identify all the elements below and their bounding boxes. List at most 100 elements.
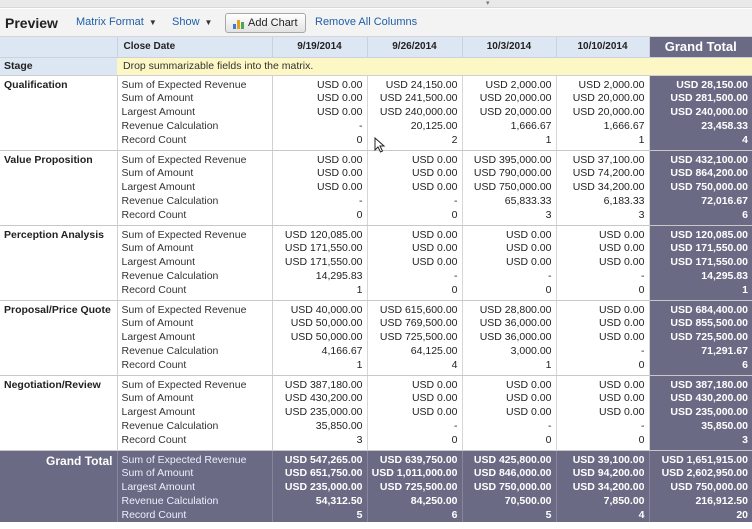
grand-total-value: 6 xyxy=(451,508,458,521)
value-cell: USD 0.00 USD 0.00 USD 0.00-0 xyxy=(462,225,557,301)
measure-label: Sum of Amount xyxy=(121,467,194,480)
cell-value: USD 36,000.00 xyxy=(479,331,552,344)
grand-total-cell: USD 39,100.00 USD 94,200.00 USD 34,200.00 7… xyxy=(556,450,650,523)
cell-value: 64,125.00 xyxy=(410,344,458,357)
cell-value: USD 0.00 xyxy=(598,378,645,391)
cell-value: USD 0.00 xyxy=(505,392,552,405)
grand-total-value: USD 240,000.00 xyxy=(670,106,748,119)
cell-value: USD 725,500.00 xyxy=(379,331,458,344)
grand-total-value: USD 432,100.00 xyxy=(670,153,748,166)
stage-name[interactable]: Perception Analysis xyxy=(0,225,118,301)
cell-value: 1 xyxy=(545,133,552,146)
cell-value: USD 0.00 xyxy=(505,242,552,255)
cell-value: USD 0.00 xyxy=(316,181,363,194)
value-cell: USD 395,000.00 USD 790,000.00 USD 750,000.… xyxy=(462,150,557,226)
cell-value: USD 74,200.00 xyxy=(572,167,645,180)
value-cell: USD 37,100.00 USD 74,200.00 USD 34,200.00 6… xyxy=(556,150,650,226)
stage-group-row: Perception Analysis Sum of Expected Reven… xyxy=(0,225,752,301)
grand-total-value: USD 425,800.00 xyxy=(473,453,552,466)
cell-value: USD 0.00 xyxy=(411,181,458,194)
grand-total-value: USD 651,750.00 xyxy=(284,467,363,480)
cell-value: USD 0.00 xyxy=(316,106,363,119)
measure-label: Sum of Expected Revenue xyxy=(121,453,247,466)
measure-label: Revenue Calculation xyxy=(121,269,219,282)
grand-total-value: 5 xyxy=(545,508,552,521)
cell-value: USD 20,000.00 xyxy=(479,106,552,119)
cell-value: USD 34,200.00 xyxy=(572,181,645,194)
value-cell: USD 0.00 USD 0.00 USD 0.00-0 xyxy=(556,375,650,451)
grand-total-value: USD 750,000.00 xyxy=(473,481,552,494)
column-header[interactable]: 9/26/2014 xyxy=(367,37,463,58)
close-date-header[interactable]: Close Date xyxy=(117,37,273,58)
cell-value: 65,833.33 xyxy=(504,194,552,207)
grand-total-value: USD 750,000.00 xyxy=(670,181,748,194)
grand-total-value: USD 39,100.00 xyxy=(572,453,645,466)
cell-value: 0 xyxy=(638,433,645,446)
cell-value: USD 171,550.00 xyxy=(284,256,363,269)
measure-names: Sum of Expected Revenue Sum of Amount Larg… xyxy=(117,375,273,451)
show-label: Show xyxy=(172,16,200,28)
cell-value: 1 xyxy=(356,358,363,371)
cell-value: USD 0.00 xyxy=(598,331,645,344)
value-cell: USD 0.00 USD 0.00 USD 0.00-0 xyxy=(272,150,368,226)
measure-names: Sum of Expected Revenue Sum of Amount Larg… xyxy=(117,150,273,226)
grand-total-value: 6 xyxy=(742,358,748,371)
measure-label: Sum of Amount xyxy=(121,317,194,330)
cell-value: USD 50,000.00 xyxy=(290,317,363,330)
remove-all-columns-link[interactable]: Remove All Columns xyxy=(315,16,417,28)
stage-name[interactable]: Qualification xyxy=(0,75,118,151)
measure-label: Sum of Amount xyxy=(121,167,194,180)
value-cell: USD 2,000.00 USD 20,000.00 USD 20,000.00 1,… xyxy=(556,75,650,151)
add-chart-button[interactable]: Add Chart xyxy=(225,13,306,33)
cell-value: 1 xyxy=(545,358,552,371)
cell-value: USD 0.00 xyxy=(598,406,645,419)
drop-zone-hint[interactable]: Drop summarizable fields into the matrix… xyxy=(117,57,752,76)
cell-value: - xyxy=(359,119,363,132)
value-cell: USD 0.00 USD 0.00 USD 0.00-0 xyxy=(556,300,650,376)
measure-label: Revenue Calculation xyxy=(121,194,219,207)
matrix-format-menu[interactable]: Matrix Format ▼ xyxy=(76,16,157,28)
cell-value: 0 xyxy=(638,283,645,296)
cell-value: 3,000.00 xyxy=(510,344,552,357)
grand-total-value: USD 1,651,915.00 xyxy=(661,453,748,466)
stage-name[interactable]: Negotiation/Review xyxy=(0,375,118,451)
grand-total-value: USD 281,500.00 xyxy=(670,92,748,105)
column-header[interactable]: 10/3/2014 xyxy=(462,37,557,58)
report-toolbar: Preview Matrix Format ▼ Show ▼ Add Chart R… xyxy=(0,9,752,37)
cell-value: USD 387,180.00 xyxy=(284,378,363,391)
cell-value: 0 xyxy=(545,283,552,296)
cell-value: USD 0.00 xyxy=(411,242,458,255)
stage-row-label[interactable]: Stage xyxy=(0,57,117,76)
row-grand-total-cell: USD 28,150.00 USD 281,500.00 USD 240,000.0… xyxy=(649,75,752,151)
cell-value: USD 0.00 xyxy=(598,392,645,405)
measure-label: Sum of Expected Revenue xyxy=(121,378,247,391)
measure-label: Revenue Calculation xyxy=(121,119,219,132)
cell-value: - xyxy=(641,419,645,432)
show-menu[interactable]: Show ▼ xyxy=(172,16,212,28)
cell-value: USD 0.00 xyxy=(598,228,645,241)
grand-total-value: USD 2,602,950.00 xyxy=(661,467,748,480)
column-header[interactable]: 10/10/2014 xyxy=(556,37,650,58)
cell-value: 6,183.33 xyxy=(603,194,645,207)
stage-name[interactable]: Value Proposition xyxy=(0,150,118,226)
cell-value: USD 430,200.00 xyxy=(284,392,363,405)
grand-total-cell: USD 639,750.00 USD 1,011,000.00 USD 725,50… xyxy=(367,450,463,523)
grand-total-value: 4 xyxy=(742,133,748,146)
collapse-handle-icon[interactable]: ▾ xyxy=(486,0,492,7)
grand-total-value: 1 xyxy=(742,283,748,296)
mouse-cursor-icon xyxy=(374,137,386,153)
measure-label: Record Count xyxy=(121,433,187,446)
cell-value: - xyxy=(548,269,552,282)
cell-value: USD 0.00 xyxy=(411,167,458,180)
chevron-down-icon: ▼ xyxy=(204,18,213,27)
grand-total-row: Grand Total Sum of Expected Revenue Sum of… xyxy=(0,450,752,523)
grand-total-value: USD 547,265.00 xyxy=(284,453,363,466)
cell-value: 1 xyxy=(356,283,363,296)
measure-label: Sum of Amount xyxy=(121,242,194,255)
measure-names: Sum of Expected Revenue Sum of Amount Larg… xyxy=(117,75,273,151)
value-cell: USD 0.00 USD 0.00 USD 0.00-0 xyxy=(272,75,368,151)
column-header[interactable]: 9/19/2014 xyxy=(272,37,368,58)
measure-label: Largest Amount xyxy=(121,106,196,119)
stage-name[interactable]: Proposal/Price Quote xyxy=(0,300,118,376)
grand-total-value: USD 855,500.00 xyxy=(670,317,748,330)
